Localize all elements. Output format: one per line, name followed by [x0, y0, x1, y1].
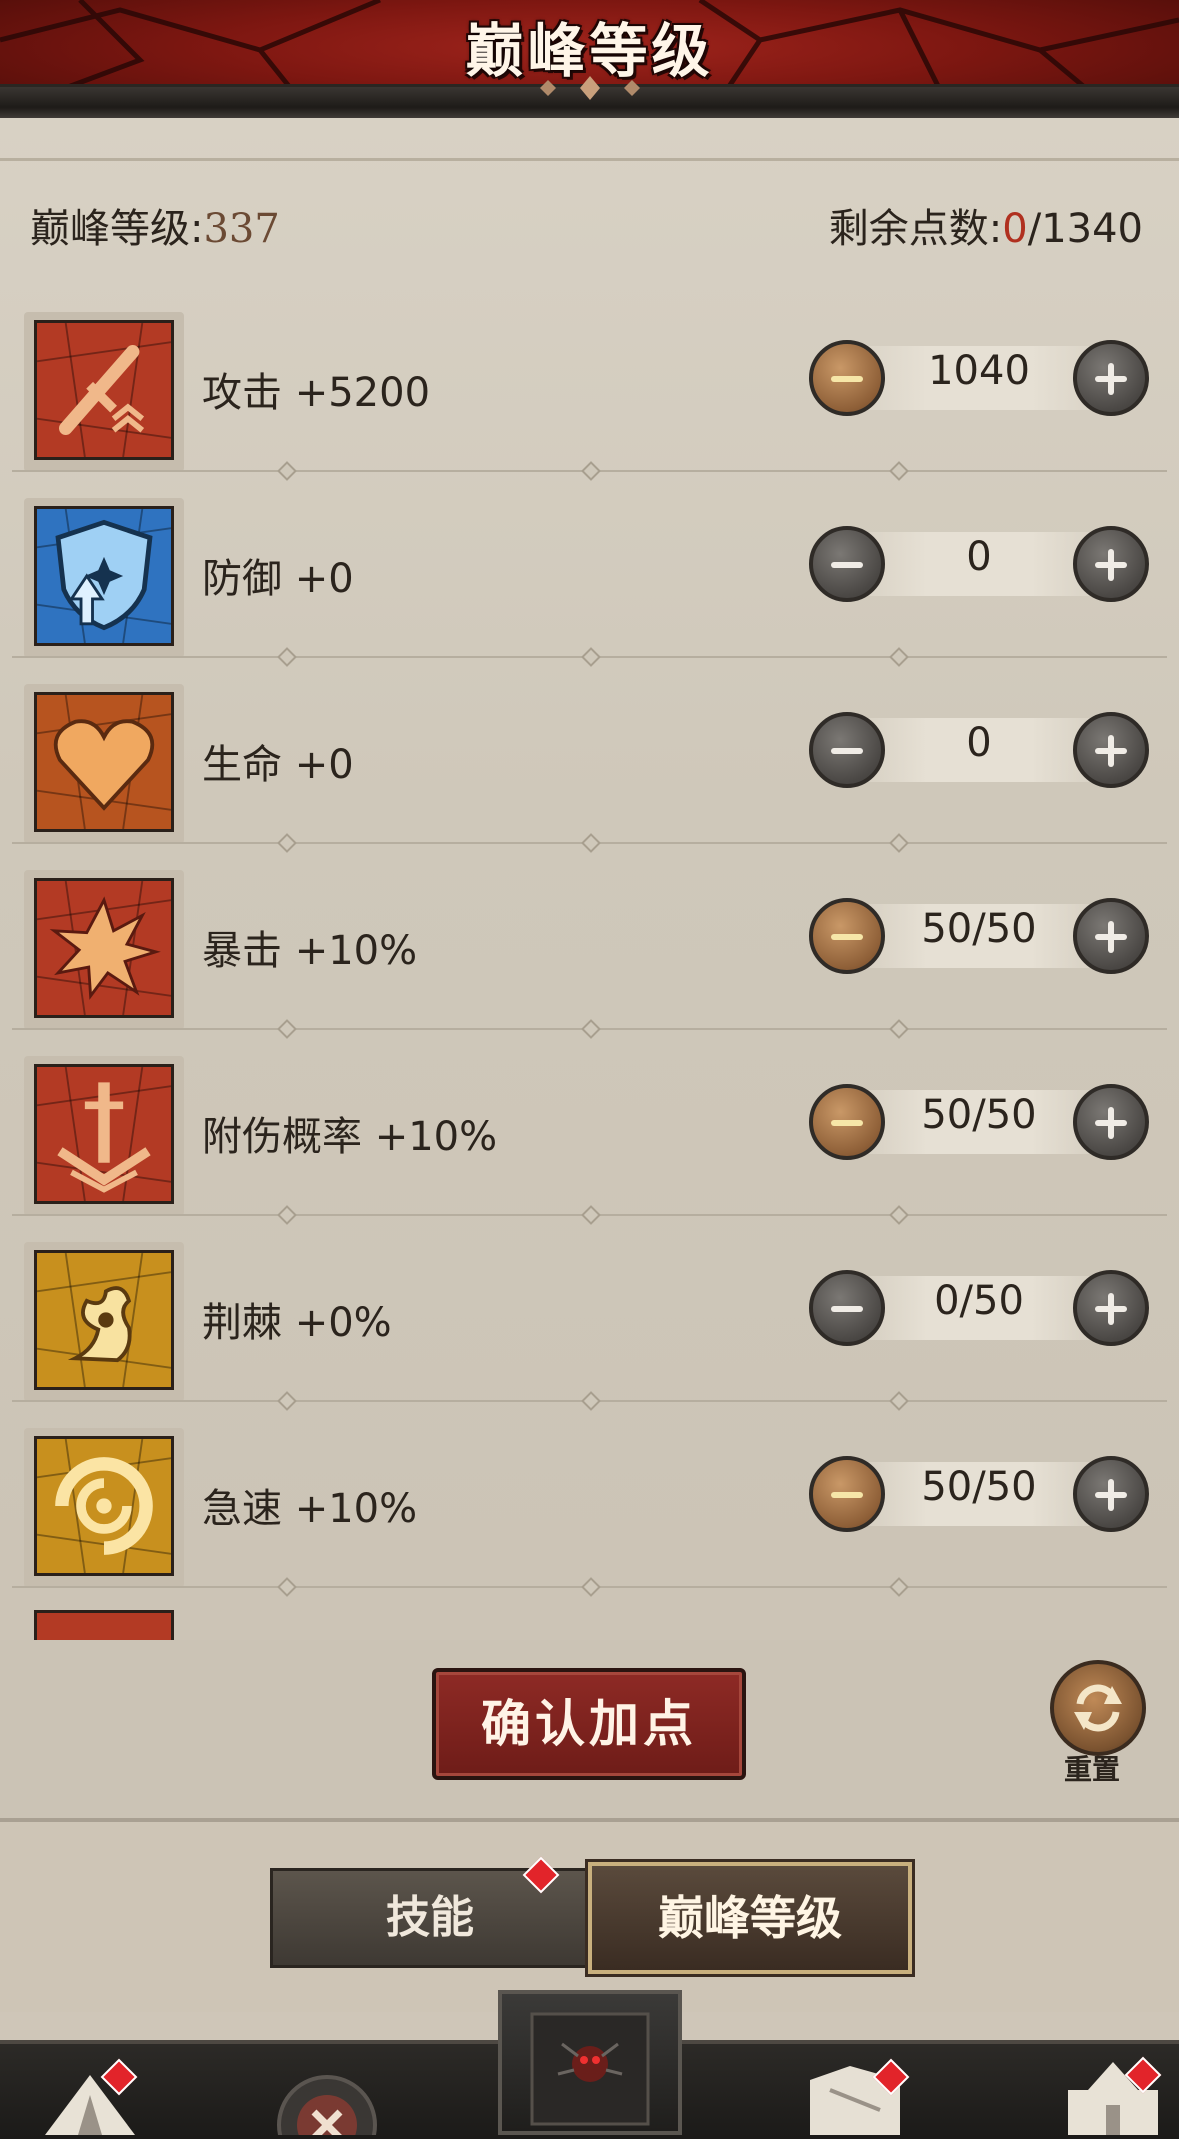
- sword-strike-icon: [34, 1064, 174, 1204]
- stepper-value: 50/50: [921, 906, 1037, 952]
- stat-stepper: 0: [809, 710, 1149, 790]
- gate-icon: [530, 2012, 650, 2126]
- stat-row: 攻击 +5200 1040: [0, 286, 1179, 481]
- stat-row: 暴击 +10% 50/50: [0, 844, 1179, 1039]
- stat-bonus: +10%: [374, 1114, 498, 1160]
- stat-label: 生命 +0: [202, 732, 354, 790]
- decrement-button[interactable]: [809, 340, 885, 416]
- stat-row: 急速 +10% 50/50: [0, 1402, 1179, 1597]
- stat-stepper: 50/50: [809, 1082, 1149, 1162]
- stat-name: 附伤概率: [202, 1114, 362, 1160]
- reset-label: 重置: [1064, 1753, 1121, 1786]
- stat-row: 防御 +0 0: [0, 472, 1179, 667]
- battle-icon: [277, 2075, 377, 2139]
- confirm-points-button[interactable]: 确认加点: [432, 1668, 746, 1780]
- stat-label: 攻击 +5200: [202, 360, 430, 418]
- stepper-value: 0/50: [934, 1278, 1024, 1324]
- stat-bonus: +0%: [294, 1300, 392, 1346]
- sword-icon: [34, 320, 174, 460]
- stat-row: 附伤概率 +10% 50/50: [0, 1030, 1179, 1225]
- header-ornament: [540, 76, 640, 100]
- heart-icon: [34, 692, 174, 832]
- increment-button[interactable]: [1073, 1270, 1149, 1346]
- stat-name: 攻击: [202, 370, 282, 416]
- stat-stepper: 0/50: [809, 1268, 1149, 1348]
- increment-button[interactable]: [1073, 1084, 1149, 1160]
- stat-icon-partial: [34, 1610, 174, 1640]
- remaining-points-summary: 剩余点数:0/1340: [829, 196, 1143, 254]
- stepper-value: 50/50: [921, 1464, 1037, 1510]
- stat-row: 荆棘 +0% 0/50: [0, 1216, 1179, 1411]
- header-bar: 巅峰等级: [0, 0, 1179, 118]
- decrement-button[interactable]: [809, 712, 885, 788]
- panel-divider: [0, 158, 1179, 161]
- nav-gate-button[interactable]: [498, 1990, 682, 2135]
- shield-icon: [34, 506, 174, 646]
- stat-name: 急速: [202, 1486, 282, 1532]
- stat-label: 防御 +0: [202, 546, 354, 604]
- stat-label: 暴击 +10%: [202, 918, 417, 976]
- stat-bonus: +0: [294, 556, 354, 602]
- peak-level-value: 337: [203, 206, 280, 252]
- stat-bonus: +10%: [294, 1486, 418, 1532]
- increment-button[interactable]: [1073, 340, 1149, 416]
- stat-stepper: 1040: [809, 338, 1149, 418]
- decrement-button[interactable]: [809, 526, 885, 602]
- reset-button[interactable]: [1050, 1660, 1146, 1756]
- increment-button[interactable]: [1073, 712, 1149, 788]
- peak-level-label: 巅峰等级:: [30, 206, 204, 252]
- stepper-value: 50/50: [921, 1092, 1037, 1138]
- stat-name: 生命: [202, 742, 282, 788]
- stat-name: 防御: [202, 556, 282, 602]
- burst-icon: [34, 878, 174, 1018]
- stat-name: 荆棘: [202, 1300, 282, 1346]
- stat-bonus: +10%: [294, 928, 418, 974]
- stepper-value: 1040: [928, 348, 1030, 394]
- stat-bonus: +0: [294, 742, 354, 788]
- remaining-points-label: 剩余点数:: [828, 206, 1003, 252]
- decrement-button[interactable]: [809, 1084, 885, 1160]
- stat-stepper: 50/50: [809, 896, 1149, 976]
- nav-battle-button[interactable]: [272, 2070, 382, 2139]
- increment-button[interactable]: [1073, 898, 1149, 974]
- stepper-value: 0: [966, 534, 992, 580]
- increment-button[interactable]: [1073, 1456, 1149, 1532]
- stepper-value: 0: [966, 720, 992, 766]
- increment-button[interactable]: [1073, 526, 1149, 602]
- thorn-icon: [34, 1250, 174, 1390]
- stat-name: 暴击: [202, 928, 282, 974]
- stat-label: 附伤概率 +10%: [202, 1104, 497, 1162]
- stat-label: 急速 +10%: [202, 1476, 417, 1534]
- refresh-icon: [1074, 1684, 1122, 1732]
- total-points-value: /1340: [1027, 206, 1143, 252]
- stat-label: 荆棘 +0%: [202, 1290, 392, 1348]
- stat-row: 生命 +0 0: [0, 658, 1179, 853]
- peak-level-summary: 巅峰等级:337: [30, 196, 280, 254]
- stat-stepper: 0: [809, 524, 1149, 604]
- remaining-points-value: 0: [1002, 206, 1028, 252]
- decrement-button[interactable]: [809, 898, 885, 974]
- tab-peak-level[interactable]: 巅峰等级: [588, 1862, 912, 1974]
- decrement-button[interactable]: [809, 1456, 885, 1532]
- stat-bonus: +5200: [294, 370, 431, 416]
- stat-stepper: 50/50: [809, 1454, 1149, 1534]
- decrement-button[interactable]: [809, 1270, 885, 1346]
- swirl-icon: [34, 1436, 174, 1576]
